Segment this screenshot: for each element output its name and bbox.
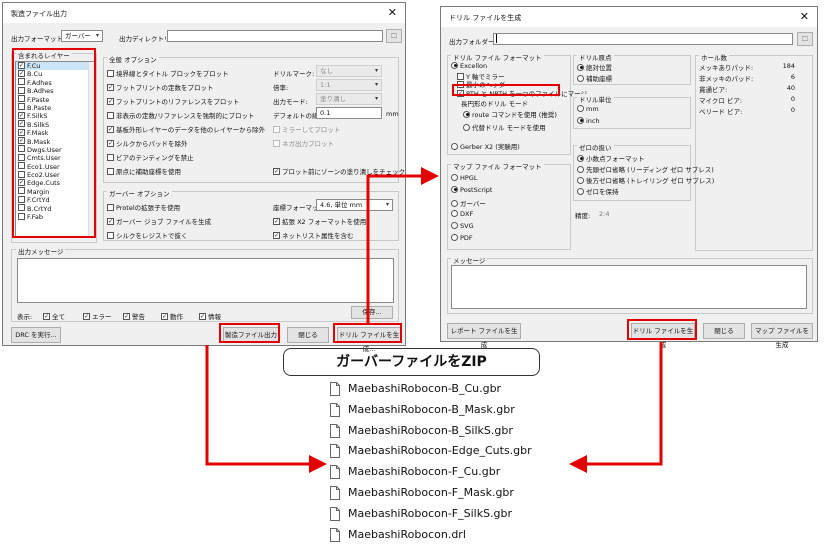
arrow-drill-to-files (569, 342, 663, 473)
file-icon (330, 465, 340, 480)
file-name: MaebashiRobocon.drl (348, 527, 466, 541)
file-name: MaebashiRobocon-B_SilkS.gbr (348, 423, 513, 437)
file-icon (330, 402, 340, 417)
file-icon (330, 527, 340, 542)
file-item: MaebashiRobocon-F_Mask.gbr (330, 485, 514, 501)
file-item: MaebashiRobocon-B_Cu.gbr (330, 381, 501, 397)
file-item: MaebashiRobocon-F_Cu.gbr (330, 464, 500, 480)
file-icon (330, 486, 340, 500)
file-name: MaebashiRobocon-Edge_Cuts.gbr (348, 444, 532, 458)
arrow-to-drill-dialog (366, 167, 439, 323)
file-name: MaebashiRobocon-F_Mask.gbr (348, 486, 514, 499)
file-item: MaebashiRobocon-F_SilkS.gbr (330, 506, 512, 522)
file-name: MaebashiRobocon-B_Mask.gbr (348, 402, 515, 416)
file-item: MaebashiRobocon.drl (330, 527, 466, 543)
file-icon (330, 423, 340, 438)
file-item: MaebashiRobocon-Edge_Cuts.gbr (330, 443, 532, 459)
file-icon (330, 382, 340, 396)
file-item: MaebashiRobocon-B_Mask.gbr (330, 402, 515, 418)
file-item: MaebashiRobocon-B_SilkS.gbr (330, 423, 513, 439)
file-name: MaebashiRobocon-F_Cu.gbr (348, 465, 501, 479)
zip-title: ガーバーファイルをZIP (283, 348, 540, 376)
file-name: MaebashiRobocon-B_Cu.gbr (348, 382, 502, 395)
file-icon (330, 506, 340, 521)
file-icon (330, 444, 340, 459)
file-name: MaebashiRobocon-F_SilkS.gbr (348, 506, 513, 520)
